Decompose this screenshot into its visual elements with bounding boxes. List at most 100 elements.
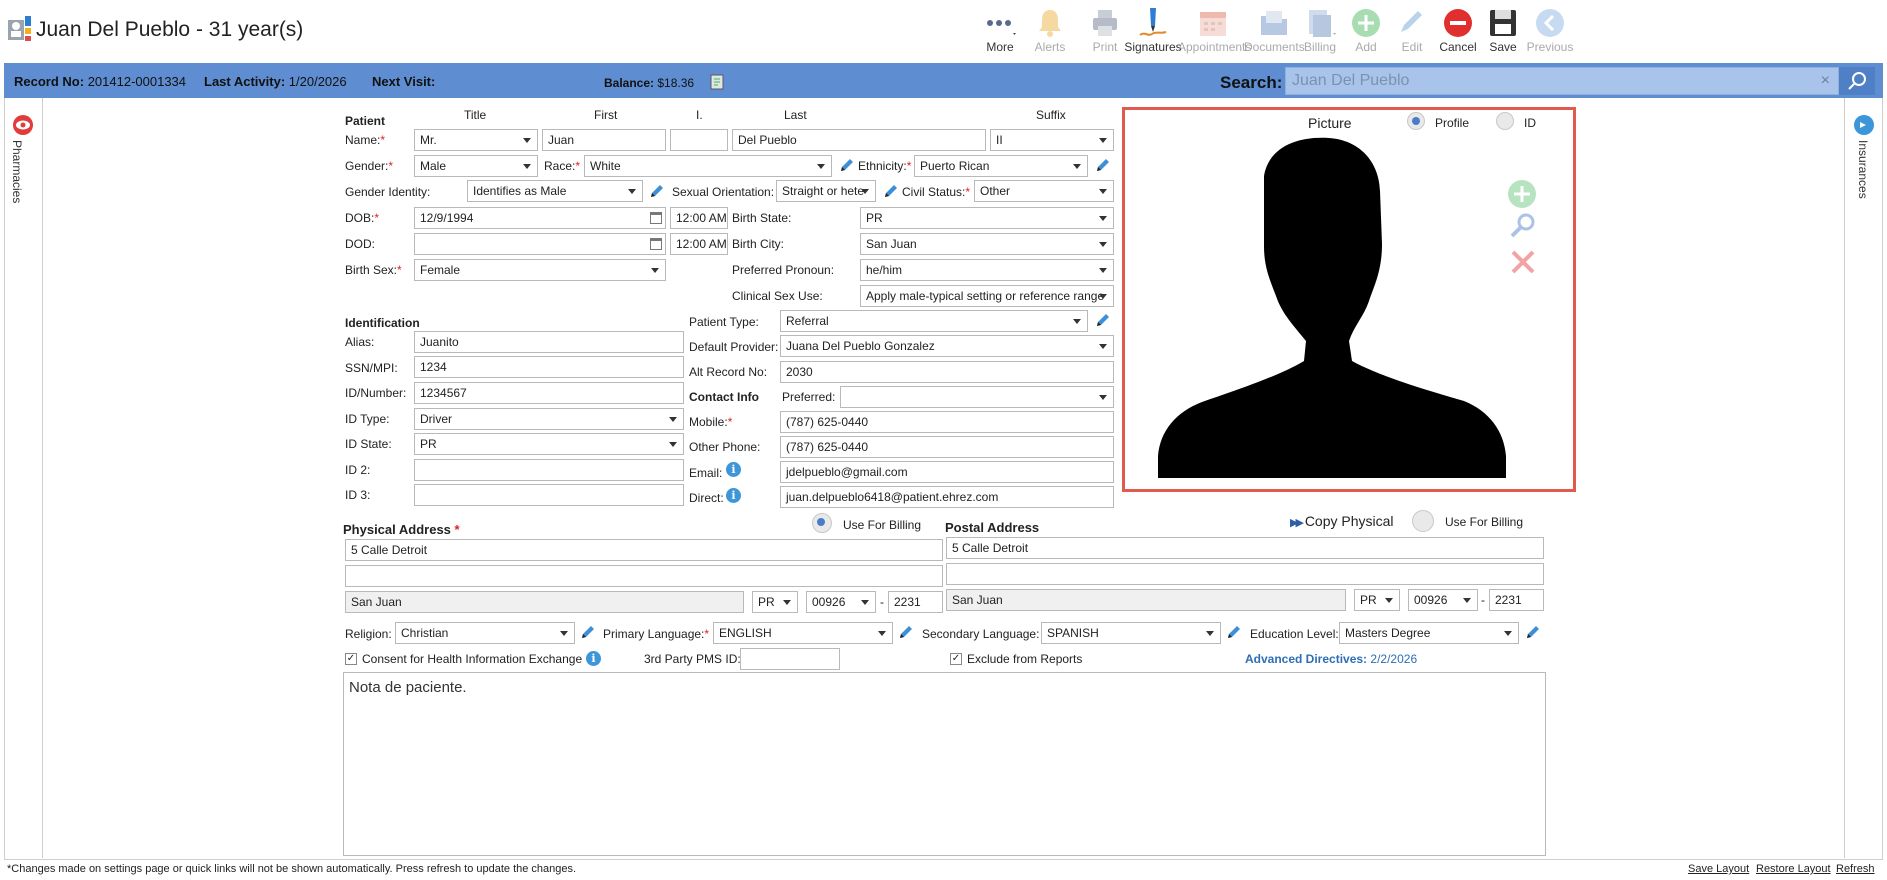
physical-line2-field[interactable] [345,565,943,587]
alias-field[interactable]: Juanito [414,331,684,353]
pharmacies-tab[interactable]: Pharmacies [10,140,30,220]
sexual-orientation-edit-pencil-icon[interactable] [882,182,900,200]
preferred-select[interactable] [840,386,1114,408]
last-name-field[interactable]: Del Pueblo [732,129,986,151]
previous-button[interactable]: Previous [1518,6,1582,54]
zoom-picture-icon[interactable] [1509,212,1537,240]
calendar-icon[interactable] [650,212,662,224]
dob-time-field[interactable]: 12:00 AM [670,207,728,229]
direct-field[interactable]: juan.delpueblo6418@patient.ehrez.com [780,486,1114,508]
pronoun-select[interactable]: he/him [860,259,1114,281]
title-select[interactable]: Mr. [414,129,538,151]
exclude-reports-checkbox[interactable]: ✓ [950,653,962,665]
alt-record-label: Alt Record No: [689,365,768,379]
dob-field[interactable]: 12/9/1994 [414,207,666,229]
refresh-link[interactable]: Refresh [1836,863,1875,875]
id-radio[interactable] [1496,112,1514,130]
pms-id-field[interactable] [740,648,840,670]
postal-use-billing-radio[interactable] [1412,510,1434,532]
physical-city-field[interactable]: San Juan [345,591,744,613]
insurances-icon[interactable] [1853,114,1875,136]
id-state-select[interactable]: PR [414,433,684,455]
search-clear-icon[interactable]: × [1821,72,1830,90]
gender-identity-select[interactable]: Identifies as Male [467,180,643,202]
id-type-select[interactable]: Driver [414,408,684,430]
provider-select[interactable]: Juana Del Pueblo Gonzalez [780,335,1114,357]
col-initial-header: I. [696,108,703,122]
consent-info-icon[interactable]: i [586,651,601,666]
alt-record-field[interactable]: 2030 [780,361,1114,383]
gender-select[interactable]: Male [414,155,538,177]
civil-status-select[interactable]: Other [974,180,1114,202]
dob-label: DOB:* [345,211,380,225]
patient-notes-textarea[interactable]: Nota de paciente. [343,672,1546,856]
postal-zip4-field[interactable]: 2231 [1489,589,1544,611]
postal-line1-field[interactable]: 5 Calle Detroit [946,537,1544,559]
secondary-language-select[interactable]: SPANISH [1041,622,1221,644]
ledger-icon[interactable] [710,74,725,90]
education-level-select[interactable]: Masters Degree [1339,622,1519,644]
gender-identity-edit-pencil-icon[interactable] [648,182,666,200]
profile-radio[interactable] [1407,112,1425,130]
pharmacies-eye-icon[interactable] [12,114,34,136]
pms-id-label: 3rd Party PMS ID: [644,652,741,666]
appointments-button[interactable]: Appointments [1178,6,1251,54]
add-picture-icon[interactable] [1507,179,1537,209]
suffix-select[interactable]: II [990,129,1114,151]
race-edit-pencil-icon[interactable] [838,156,856,174]
postal-state-select[interactable]: PR [1354,589,1400,611]
initial-field[interactable] [670,129,728,151]
direct-info-icon[interactable]: i [726,488,741,503]
delete-picture-icon[interactable] [1509,248,1537,276]
search-input[interactable]: Juan Del Pueblo × [1285,67,1839,95]
advanced-directives-link[interactable]: Advanced Directives: 2/2/2026 [1245,652,1417,666]
copy-physical-button[interactable]: ▶▶ Copy Physical [1290,513,1394,529]
id-number-field[interactable]: 1234567 [414,382,684,404]
signatures-button[interactable]: Signatures [1122,6,1184,54]
clinical-sex-select[interactable]: Apply male-typical setting or reference … [860,285,1114,307]
ssn-field[interactable]: 1234 [414,356,684,378]
mobile-field[interactable]: (787) 625-0440 [780,411,1114,433]
physical-line1-field[interactable]: 5 Calle Detroit [345,539,943,561]
race-select[interactable]: White [584,155,832,177]
insurances-tab[interactable]: Insurances [1856,140,1876,220]
patient-type-select[interactable]: Referral [780,310,1088,332]
dod-field[interactable] [414,233,666,255]
save-disk-icon [1490,10,1516,36]
primary-language-edit-pencil-icon[interactable] [897,623,915,641]
physical-zip4-field[interactable]: 2231 [888,591,943,613]
pronoun-label: Preferred Pronoun: [732,263,835,277]
id2-field[interactable] [414,459,684,481]
other-phone-field[interactable]: (787) 625-0440 [780,436,1114,458]
sexual-orientation-select[interactable]: Straight or hete [776,180,876,202]
religion-edit-pencil-icon[interactable] [579,623,597,641]
alerts-button[interactable]: Alerts [1020,6,1080,54]
postal-line2-field[interactable] [946,563,1544,585]
physical-use-billing-radio[interactable] [812,513,832,533]
email-field[interactable]: jdelpueblo@gmail.com [780,461,1114,483]
search-button[interactable] [1839,67,1875,95]
primary-language-select[interactable]: ENGLISH [713,622,893,644]
postal-zip-select[interactable]: 00926 [1408,589,1478,611]
dod-time-field[interactable]: 12:00 AM [670,233,728,255]
save-layout-link[interactable]: Save Layout [1688,863,1749,875]
ethnicity-select[interactable]: Puerto Rican [914,155,1088,177]
postal-city-field[interactable]: San Juan [946,589,1346,611]
email-info-icon[interactable]: i [726,462,741,477]
religion-select[interactable]: Christian [395,622,575,644]
last-activity-value: 1/20/2026 [288,74,347,89]
id3-field[interactable] [414,484,684,506]
ethnicity-edit-pencil-icon[interactable] [1094,156,1112,174]
birth-sex-select[interactable]: Female [414,259,666,281]
birth-city-select[interactable]: San Juan [860,233,1114,255]
calendar-icon[interactable] [650,238,662,250]
birth-state-select[interactable]: PR [860,207,1114,229]
physical-zip-select[interactable]: 00926 [806,591,876,613]
patient-type-edit-pencil-icon[interactable] [1094,311,1112,329]
secondary-language-edit-pencil-icon[interactable] [1225,623,1243,641]
physical-state-select[interactable]: PR [752,591,798,613]
education-edit-pencil-icon[interactable] [1524,623,1542,641]
first-name-field[interactable]: Juan [542,129,666,151]
consent-checkbox[interactable]: ✓ [345,653,357,665]
restore-layout-link[interactable]: Restore Layout [1756,863,1831,875]
